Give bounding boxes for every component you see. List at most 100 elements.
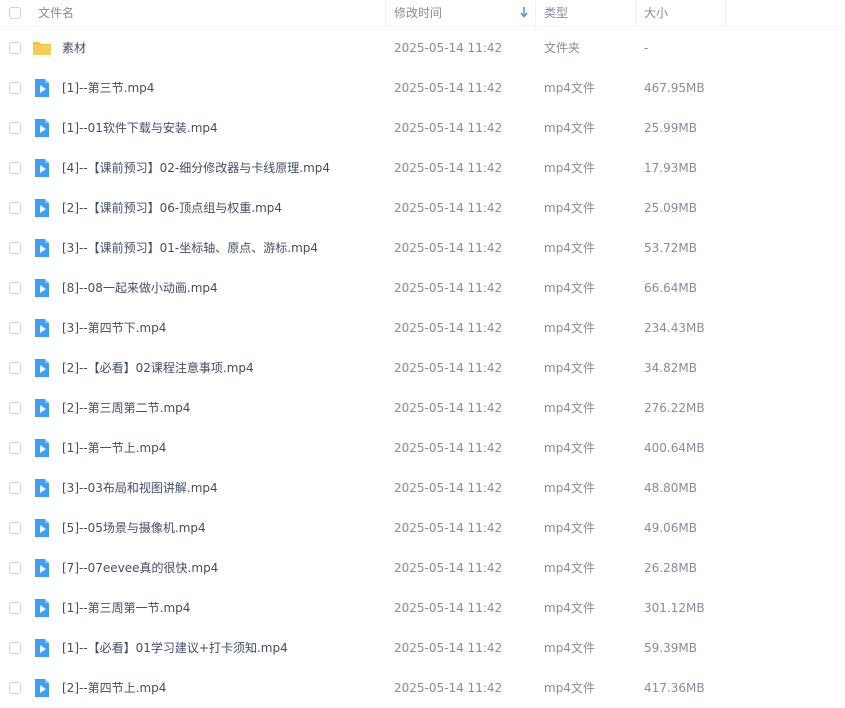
file-name[interactable]: [7]--07eevee真的很快.mp4 xyxy=(62,548,218,588)
modified-time: 2025-05-14 11:42 xyxy=(394,561,503,575)
modified-time: 2025-05-14 11:42 xyxy=(394,121,503,135)
column-divider[interactable] xyxy=(535,0,536,26)
file-name[interactable]: 素材 xyxy=(62,28,86,68)
file-row[interactable]: [1]--【必看】01学习建议+打卡须知.mp4 2025-05-14 11:42… xyxy=(0,628,845,668)
file-name[interactable]: [1]--第三节.mp4 xyxy=(62,68,154,108)
file-size: 25.99MB xyxy=(644,121,697,135)
row-checkbox[interactable] xyxy=(9,522,21,534)
column-divider[interactable] xyxy=(725,0,726,26)
modified-time: 2025-05-14 11:42 xyxy=(394,241,503,255)
row-checkbox[interactable] xyxy=(9,682,21,694)
video-file-icon xyxy=(35,119,49,137)
video-file-icon xyxy=(35,199,49,217)
file-size: 59.39MB xyxy=(644,641,697,655)
video-file-icon xyxy=(35,599,49,617)
file-row[interactable]: [2]--【课前预习】06-顶点组与权重.mp4 2025-05-14 11:42… xyxy=(0,188,845,228)
file-type: mp4文件 xyxy=(544,161,595,175)
file-name[interactable]: [5]--05场景与摄像机.mp4 xyxy=(62,508,206,548)
file-size: 417.36MB xyxy=(644,681,705,695)
file-name[interactable]: [3]--03布局和视图讲解.mp4 xyxy=(62,468,218,508)
file-row[interactable]: [1]--第三节.mp4 2025-05-14 11:42 mp4文件 467.95M… xyxy=(0,68,845,108)
column-divider[interactable] xyxy=(385,0,386,26)
file-name[interactable]: [3]--第四节下.mp4 xyxy=(62,308,166,348)
file-name[interactable]: [8]--08一起来做小动画.mp4 xyxy=(62,268,218,308)
row-checkbox[interactable] xyxy=(9,282,21,294)
video-file-icon xyxy=(35,79,49,97)
select-all-checkbox[interactable] xyxy=(9,7,21,19)
row-checkbox[interactable] xyxy=(9,442,21,454)
file-row[interactable]: [1]--01软件下载与安装.mp4 2025-05-14 11:42 mp4文件 2… xyxy=(0,108,845,148)
file-size: 17.93MB xyxy=(644,161,697,175)
file-row[interactable]: [7]--07eevee真的很快.mp4 2025-05-14 11:42 mp4文… xyxy=(0,548,845,588)
file-size: 234.43MB xyxy=(644,321,705,335)
file-row[interactable]: [8]--08一起来做小动画.mp4 2025-05-14 11:42 mp4文件 6… xyxy=(0,268,845,308)
row-checkbox[interactable] xyxy=(9,202,21,214)
file-row[interactable]: [2]--【必看】02课程注意事项.mp4 2025-05-14 11:42 mp4… xyxy=(0,348,845,388)
modified-time: 2025-05-14 11:42 xyxy=(394,681,503,695)
file-name[interactable]: [1]--第三周第一节.mp4 xyxy=(62,588,190,628)
row-checkbox[interactable] xyxy=(9,322,21,334)
modified-time: 2025-05-14 11:42 xyxy=(394,481,503,495)
file-type: mp4文件 xyxy=(544,561,595,575)
column-divider[interactable] xyxy=(635,0,636,26)
row-checkbox[interactable] xyxy=(9,122,21,134)
modified-time: 2025-05-14 11:42 xyxy=(394,361,503,375)
file-type: mp4文件 xyxy=(544,361,595,375)
file-type: mp4文件 xyxy=(544,441,595,455)
file-row[interactable]: [1]--第一节上.mp4 2025-05-14 11:42 mp4文件 400.64… xyxy=(0,428,845,468)
file-row[interactable]: [4]--【课前预习】02-细分修改器与卡线原理.mp4 2025-05-14 1… xyxy=(0,148,845,188)
file-size: 48.80MB xyxy=(644,481,697,495)
modified-time: 2025-05-14 11:42 xyxy=(394,161,503,175)
modified-time: 2025-05-14 11:42 xyxy=(394,201,503,215)
row-checkbox[interactable] xyxy=(9,242,21,254)
file-name[interactable]: [2]--第四节上.mp4 xyxy=(62,668,166,708)
video-file-icon xyxy=(35,399,49,417)
file-row[interactable]: [1]--第三周第一节.mp4 2025-05-14 11:42 mp4文件 301.… xyxy=(0,588,845,628)
file-row[interactable]: [3]--第四节下.mp4 2025-05-14 11:42 mp4文件 234.43… xyxy=(0,308,845,348)
file-name[interactable]: [1]--【必看】01学习建议+打卡须知.mp4 xyxy=(62,628,288,668)
file-type: mp4文件 xyxy=(544,281,595,295)
file-list-header: 文件名 修改时间 类型 大小 xyxy=(0,0,845,27)
column-header-size[interactable]: 大小 xyxy=(644,0,668,26)
row-checkbox[interactable] xyxy=(9,482,21,494)
file-row[interactable]: [5]--05场景与摄像机.mp4 2025-05-14 11:42 mp4文件 49… xyxy=(0,508,845,548)
modified-time: 2025-05-14 11:42 xyxy=(394,321,503,335)
file-size: 49.06MB xyxy=(644,521,697,535)
file-name[interactable]: [2]--第三周第二节.mp4 xyxy=(62,388,190,428)
file-name[interactable]: [2]--【必看】02课程注意事项.mp4 xyxy=(62,348,254,388)
row-checkbox[interactable] xyxy=(9,162,21,174)
file-size: 276.22MB xyxy=(644,401,705,415)
row-checkbox[interactable] xyxy=(9,562,21,574)
row-checkbox[interactable] xyxy=(9,402,21,414)
file-size: 26.28MB xyxy=(644,561,697,575)
file-row[interactable]: [2]--第三周第二节.mp4 2025-05-14 11:42 mp4文件 276.… xyxy=(0,388,845,428)
file-name[interactable]: [3]--【课前预习】01-坐标轴、原点、游标.mp4 xyxy=(62,228,318,268)
row-checkbox[interactable] xyxy=(9,82,21,94)
row-checkbox[interactable] xyxy=(9,602,21,614)
row-checkbox[interactable] xyxy=(9,42,21,54)
row-checkbox[interactable] xyxy=(9,362,21,374)
file-name[interactable]: [4]--【课前预习】02-细分修改器与卡线原理.mp4 xyxy=(62,148,330,188)
column-header-name[interactable]: 文件名 xyxy=(38,0,74,26)
modified-time: 2025-05-14 11:42 xyxy=(394,401,503,415)
file-type: mp4文件 xyxy=(544,241,595,255)
file-row[interactable]: 素材 2025-05-14 11:42 文件夹 - xyxy=(0,28,845,68)
column-header-type[interactable]: 类型 xyxy=(544,0,568,26)
file-type: mp4文件 xyxy=(544,641,595,655)
file-name[interactable]: [2]--【课前预习】06-顶点组与权重.mp4 xyxy=(62,188,282,228)
modified-time: 2025-05-14 11:42 xyxy=(394,641,503,655)
video-file-icon xyxy=(35,239,49,257)
modified-time: 2025-05-14 11:42 xyxy=(394,81,503,95)
column-header-modified[interactable]: 修改时间 xyxy=(394,0,442,26)
file-type: mp4文件 xyxy=(544,321,595,335)
sort-descending-icon[interactable] xyxy=(519,5,529,19)
file-name[interactable]: [1]--01软件下载与安装.mp4 xyxy=(62,108,218,148)
row-checkbox[interactable] xyxy=(9,642,21,654)
file-name[interactable]: [1]--第一节上.mp4 xyxy=(62,428,166,468)
file-row[interactable]: [2]--第四节上.mp4 2025-05-14 11:42 mp4文件 417.36… xyxy=(0,668,845,708)
file-row[interactable]: [3]--【课前预习】01-坐标轴、原点、游标.mp4 2025-05-14 11… xyxy=(0,228,845,268)
file-type: mp4文件 xyxy=(544,481,595,495)
file-size: 66.64MB xyxy=(644,281,697,295)
file-row[interactable]: [3]--03布局和视图讲解.mp4 2025-05-14 11:42 mp4文件 4… xyxy=(0,468,845,508)
video-file-icon xyxy=(35,439,49,457)
